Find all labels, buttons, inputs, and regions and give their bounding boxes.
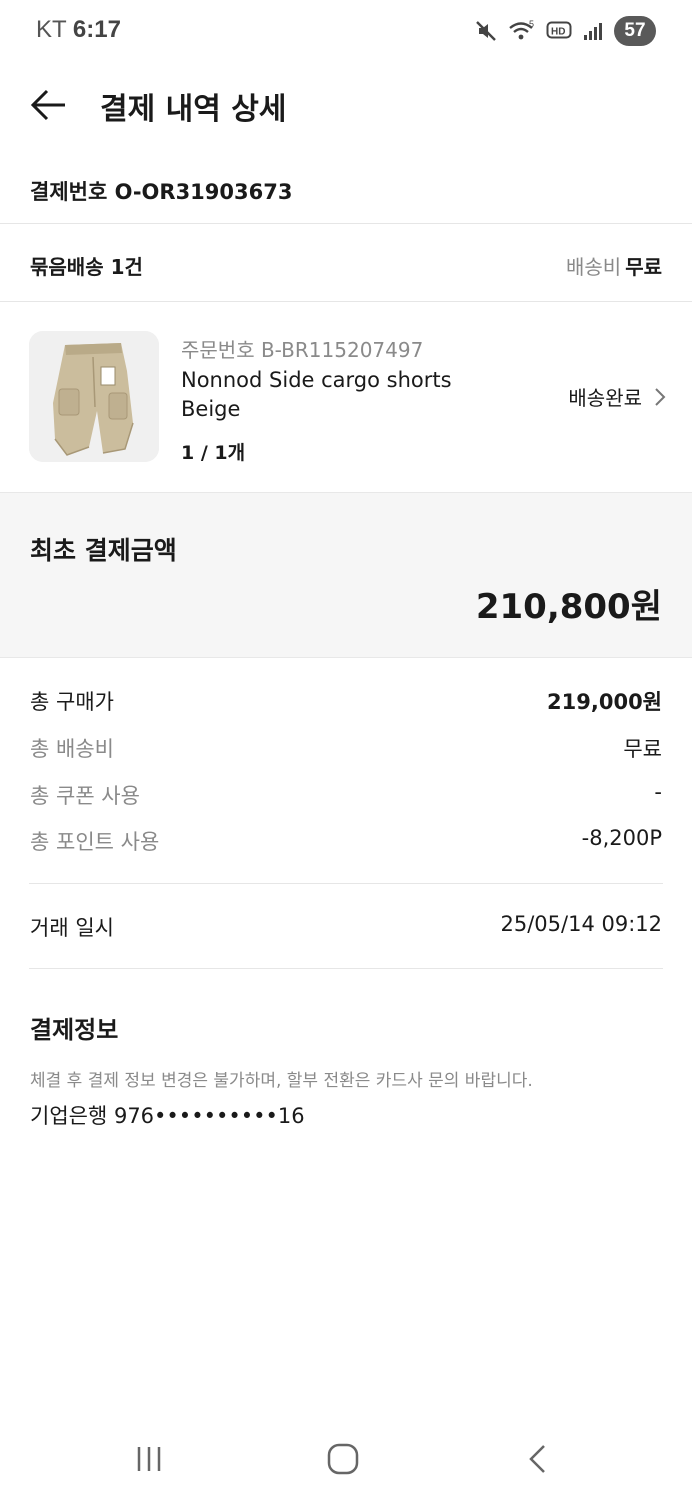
transaction-date-label: 거래 일시 [30,916,114,940]
shipping-fee-value: 무료 [625,255,662,279]
breakdown-value: -8,200P [581,826,662,850]
battery-icon: 57 [614,16,656,46]
status-bar: KT 6:17 5 HD 57 [0,0,692,62]
clock: 6:17 [72,16,121,43]
payment-card: 기업은행 976••••••••••16 [30,1104,305,1128]
wifi-icon: 5 [508,19,536,43]
divider [29,968,663,969]
breakdown-value: 무료 [623,737,662,761]
carrier-label: KT [36,16,67,43]
home-icon [327,1443,359,1475]
transaction-date-row: 거래 일시 25/05/14 09:12 [0,906,692,946]
initial-payment-amount: 210,800원 [475,587,662,627]
breakdown-value: - [654,780,662,804]
shipping-fee: 배송비 무료 [566,251,662,280]
page-title: 결제 내역 상세 [100,92,287,127]
total-coupon-row: 총 쿠폰 사용 - [0,774,692,814]
payment-number: 결제번호 O-OR31903673 [30,180,293,204]
payment-info-note: 체결 후 결제 정보 변경은 불가하며, 할부 전환은 카드사 문의 바랍니다. [30,1071,533,1091]
back-button[interactable] [24,80,74,130]
payment-info-title: 결제정보 [30,1016,119,1044]
payment-number-row: 결제번호 O-OR31903673 [0,150,692,224]
product-name[interactable]: Nonnod Side cargo shorts Beige [181,366,511,424]
product-item[interactable]: 주문번호 B-BR115207497 Nonnod Side cargo sho… [0,302,692,492]
nav-back-button[interactable] [507,1434,567,1484]
home-button[interactable] [313,1434,373,1484]
breakdown-label: 총 배송비 [30,737,114,761]
recent-apps-icon [137,1447,161,1471]
divider [29,883,663,884]
initial-payment-panel: 최초 결제금액 210,800원 [0,492,692,658]
app-header: 결제 내역 상세 [0,62,692,148]
delivery-status: 배송완료 [568,386,642,410]
svg-text:5: 5 [529,19,534,29]
total-purchase-row: 총 구매가 219,000원 [0,680,692,720]
delivery-status-link[interactable]: 배송완료 [568,382,666,411]
breakdown-label: 총 쿠폰 사용 [30,784,140,808]
product-thumbnail[interactable] [29,331,159,462]
chevron-right-icon [655,387,666,406]
breakdown-label: 총 구매가 [30,690,114,714]
product-quantity: 1 / 1개 [181,442,246,464]
shipping-fee-label: 배송비 [565,255,622,279]
breakdown-value: 219,000원 [547,690,662,714]
total-shipping-row: 총 배송비 무료 [0,727,692,767]
nav-back-icon [529,1445,545,1473]
cargo-shorts-image [29,331,159,462]
signal-icon [582,20,604,42]
transaction-date-value: 25/05/14 09:12 [500,912,662,936]
recent-apps-button[interactable] [119,1434,179,1484]
hd-icon: HD [546,20,572,42]
initial-payment-label: 최초 결제금액 [30,536,177,565]
status-icons: 5 HD 57 [474,14,656,48]
breakdown-label: 총 포인트 사용 [30,830,160,854]
system-nav-bar [0,1420,692,1500]
arrow-left-icon [30,89,65,121]
bundle-shipping-row: 묶음배송 1건 배송비 무료 [0,224,692,302]
mute-icon [474,19,498,43]
total-points-row: 총 포인트 사용 -8,200P [0,820,692,860]
svg-text:HD: HD [551,27,565,38]
bundle-label: 묶음배송 1건 [30,255,143,279]
carrier-time: KT 6:17 [36,16,121,44]
product-order-number: 주문번호 B-BR115207497 [181,338,424,362]
